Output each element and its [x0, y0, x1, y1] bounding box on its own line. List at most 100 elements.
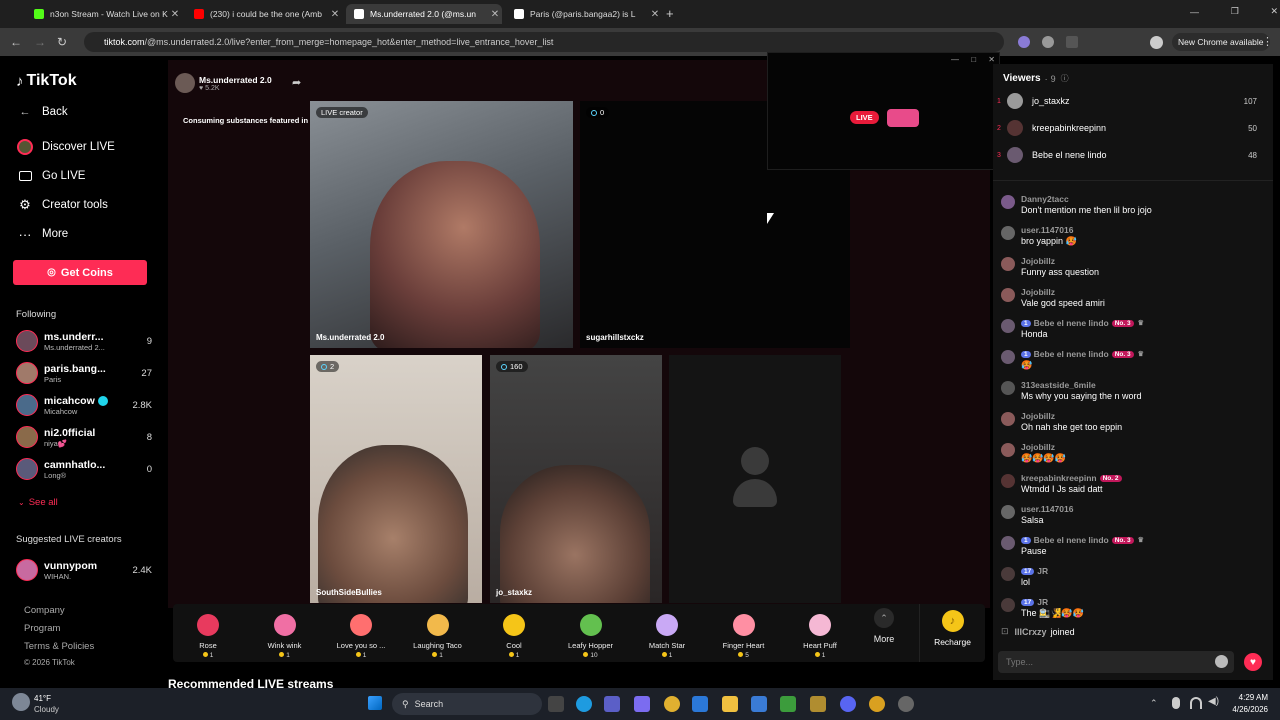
avatar[interactable] — [1001, 505, 1015, 519]
task-view-icon[interactable] — [548, 696, 564, 712]
chrome-icon[interactable] — [664, 696, 680, 712]
maximize-button[interactable]: ❐ — [1231, 6, 1239, 17]
app-icon[interactable] — [898, 696, 914, 712]
extension-icon[interactable] — [1018, 36, 1030, 48]
gift-item[interactable]: Leafy Hopper 10 — [556, 608, 626, 659]
avatar[interactable] — [1001, 350, 1015, 364]
clock-date[interactable]: 4/26/2026 — [1224, 705, 1268, 714]
minimize-button[interactable]: — — [1190, 7, 1199, 17]
see-all-link[interactable]: ⌄ See all — [18, 497, 58, 508]
maximize-icon[interactable]: □ — [971, 55, 976, 64]
chat-username[interactable]: 313eastside_6mile — [1021, 380, 1096, 390]
top-viewer-row[interactable]: 1 jo_staxkz 107 — [997, 90, 1257, 112]
chat-username[interactable]: Jojobillz — [1021, 287, 1055, 297]
following-item[interactable]: micahcow Micahcow 2.8K — [16, 391, 152, 419]
gift-item[interactable]: Rose 1 — [173, 608, 243, 659]
chat-username-row[interactable]: 17 JR — [1021, 597, 1048, 607]
suggested-creator[interactable]: vunnypom WIHAN. 2.4K — [16, 556, 152, 584]
gift-item[interactable]: Match Star 1 — [632, 608, 702, 659]
gift-item[interactable]: Heart Puff 1 — [785, 608, 855, 659]
chat-username[interactable]: user.1147016 — [1021, 504, 1073, 514]
avatar[interactable] — [1001, 226, 1015, 240]
clock-time[interactable]: 4:29 AM — [1224, 693, 1268, 702]
chat-username[interactable]: Jojobillz — [1021, 256, 1055, 266]
discord-icon[interactable] — [887, 109, 919, 127]
chat-username[interactable]: kreepabinkreepinn — [1021, 473, 1097, 483]
get-coins-button[interactable]: ◎ Get Coins — [13, 260, 147, 285]
teams-icon[interactable] — [604, 696, 620, 712]
gift-item[interactable]: Love you so ... 1 — [326, 608, 396, 659]
stream-tile-empty[interactable] — [669, 355, 841, 603]
chat-username[interactable]: JR — [1037, 566, 1048, 576]
top-viewer-row[interactable]: 3 Bebe el nene lindo 48 — [997, 144, 1257, 166]
file-explorer-icon[interactable] — [722, 696, 738, 712]
chat-username[interactable]: Danny2tacc — [1021, 194, 1069, 204]
avatar[interactable] — [1001, 381, 1015, 395]
avatar[interactable] — [1001, 412, 1015, 426]
forward-nav-icon[interactable]: → — [34, 35, 46, 49]
sidebar-item-go-live[interactable]: Go LIVE — [16, 167, 85, 185]
chat-username-row[interactable]: kreepabinkreepinn No. 2 — [1021, 473, 1122, 483]
chat-username-row[interactable]: 313eastside_6mile — [1021, 380, 1096, 390]
chat-username[interactable]: user.1147016 — [1021, 225, 1073, 235]
wifi-icon[interactable] — [1190, 697, 1202, 709]
chat-username-row[interactable]: 1 Bebe el nene lindo No. 3 ♛ — [1021, 535, 1144, 545]
chat-username[interactable]: Bebe el nene lindo — [1034, 535, 1109, 545]
emoji-icon[interactable] — [1215, 655, 1228, 668]
chat-username-row[interactable]: user.1147016 — [1021, 225, 1073, 235]
windows-start-icon[interactable] — [368, 696, 382, 710]
minimize-icon[interactable]: — — [951, 55, 959, 64]
chat-username-row[interactable]: user.1147016 — [1021, 504, 1073, 514]
following-item[interactable]: camnhatlo... Long® 0 — [16, 455, 152, 483]
weather-icon[interactable] — [12, 693, 30, 711]
chat-username[interactable]: Jojobillz — [1021, 442, 1055, 452]
chat-username-row[interactable]: Jojobillz — [1021, 287, 1055, 297]
following-item[interactable]: ni2.0fficial niya💕 8 — [16, 423, 152, 451]
stream-tile-host[interactable]: LIVE creator Ms.underrated 2.0 — [310, 101, 573, 348]
browser-tab[interactable]: (230) i could be the one (Amb ✕ — [186, 4, 342, 24]
chat-input-box[interactable] — [998, 651, 1234, 673]
profile-avatar[interactable] — [1150, 36, 1163, 49]
chat-username[interactable]: Bebe el nene lindo — [1034, 318, 1109, 328]
following-item[interactable]: paris.bang... Paris 27 — [16, 359, 152, 387]
taskbar-search[interactable]: ⚲ Search — [392, 693, 542, 715]
gift-item[interactable]: Finger Heart 5 — [709, 608, 779, 659]
sidebar-item-more[interactable]: ··· More — [16, 225, 69, 243]
chat-username-row[interactable]: 1 Bebe el nene lindo No. 3 ♛ — [1021, 318, 1144, 328]
store-icon[interactable] — [692, 696, 708, 712]
viewers-header[interactable]: Viewers · 9 ⓘ — [1003, 73, 1069, 84]
volume-icon[interactable]: ◀) — [1208, 696, 1219, 707]
discord-icon[interactable] — [840, 696, 856, 712]
chrome-icon[interactable] — [869, 696, 885, 712]
gift-item[interactable]: Wink wink 1 — [250, 608, 320, 659]
chat-username[interactable]: Jojobillz — [1021, 411, 1055, 421]
chat-username-row[interactable]: Danny2tacc — [1021, 194, 1069, 204]
chat-username-row[interactable]: 1 Bebe el nene lindo No. 3 ♛ — [1021, 349, 1144, 359]
chat-username-row[interactable]: Jojobillz — [1021, 256, 1055, 266]
footer-terms-link[interactable]: Terms & Policies — [24, 641, 94, 652]
extension-icon[interactable] — [1066, 36, 1078, 48]
app-icon[interactable] — [810, 696, 826, 712]
chat-username[interactable]: Bebe el nene lindo — [1034, 349, 1109, 359]
avatar[interactable] — [1001, 536, 1015, 550]
app-icon[interactable] — [751, 696, 767, 712]
chat-input[interactable] — [998, 651, 1198, 673]
avatar[interactable] — [1001, 195, 1015, 209]
tiktok-logo[interactable]: ♪ TikTok — [16, 72, 77, 90]
gift-item[interactable]: Laughing Taco 1 — [403, 608, 473, 659]
browser-tab[interactable]: n3on Stream - Watch Live on K ✕ — [26, 4, 182, 24]
recharge-button[interactable]: ♪ Recharge — [919, 604, 985, 662]
stream-tile-guest[interactable]: 2 SouthSideBullies — [310, 355, 482, 603]
close-tab-icon[interactable]: ✕ — [168, 9, 182, 20]
chat-username-row[interactable]: Jojobillz — [1021, 411, 1055, 421]
sidebar-item-creator-tools[interactable]: ⚙ Creator tools — [16, 196, 108, 214]
footer-company-link[interactable]: Company — [24, 605, 65, 616]
back-nav-icon[interactable]: ← — [10, 35, 22, 49]
host-info[interactable]: Ms.underrated 2.0 ♥ 5.2K — [175, 73, 272, 93]
menu-dots-icon[interactable]: ⋮ — [1262, 35, 1273, 48]
tray-chevron-up-icon[interactable]: ⌃ — [1150, 698, 1158, 709]
avatar[interactable] — [1001, 319, 1015, 333]
new-chrome-available-button[interactable]: New Chrome available — [1172, 33, 1270, 51]
top-viewer-row[interactable]: 2 kreepabinkreepinn 50 — [997, 117, 1257, 139]
close-tab-icon[interactable]: ✕ — [488, 9, 502, 20]
